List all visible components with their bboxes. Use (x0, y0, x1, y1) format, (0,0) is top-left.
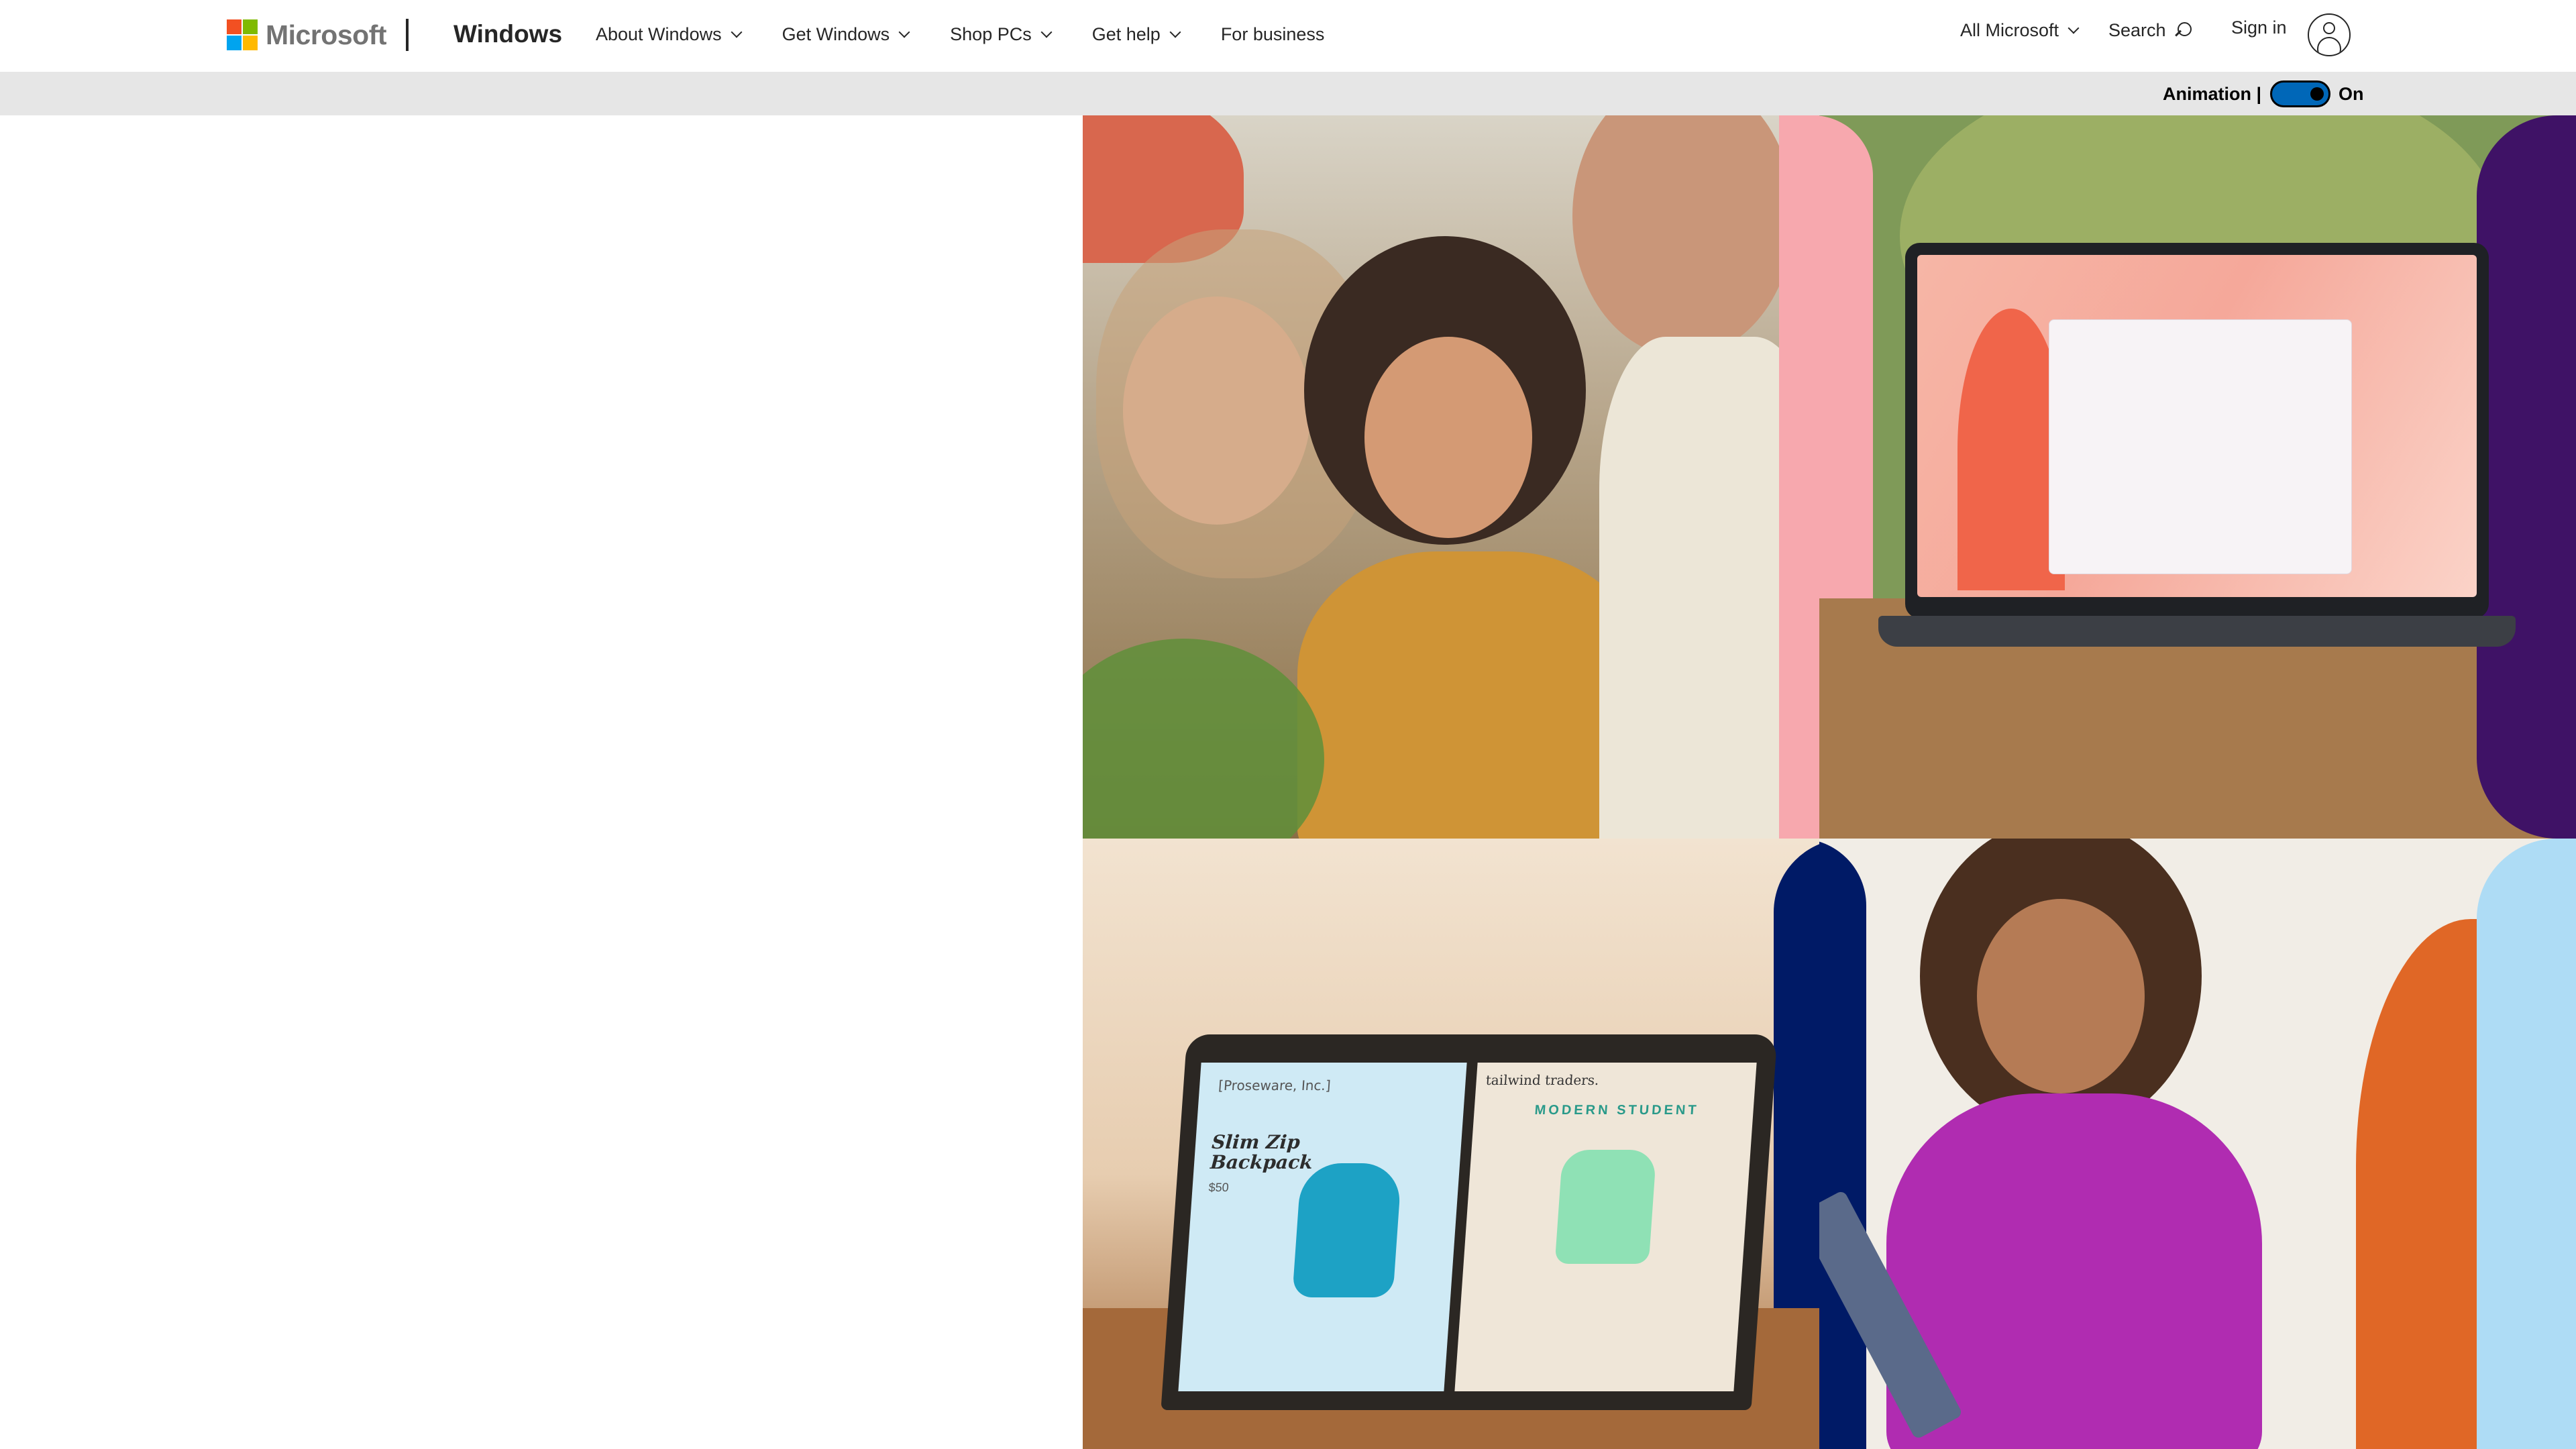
animation-bar: Animation | On (0, 72, 2576, 115)
chevron-down-icon (1040, 26, 1053, 38)
product-price: $50 (1208, 1181, 1230, 1194)
chevron-down-icon (1169, 26, 1181, 38)
animation-state: On (2339, 84, 2364, 104)
hero-image-woman-tablet (1819, 839, 2576, 1449)
chevron-down-icon (2068, 22, 2080, 34)
microsoft-logo-icon (227, 19, 258, 50)
microsoft-logo-text: Microsoft (266, 19, 387, 50)
nav-item-label: Shop PCs (950, 24, 1032, 44)
hero-collage: [Proseware, Inc.] Slim Zip Backpack $50 … (1083, 115, 2576, 1449)
search-label: Search (2108, 20, 2166, 40)
animation-toggle[interactable] (2270, 80, 2330, 107)
nav-get-help[interactable]: Get help (1091, 24, 1181, 45)
nav-for-business[interactable]: For business (1221, 24, 1325, 45)
nav-item-label: Get help (1091, 24, 1161, 44)
laptop-screen (1917, 255, 2477, 597)
sign-in-link[interactable]: Sign in (2231, 17, 2287, 38)
hero-image-friends (1083, 115, 1819, 839)
search-button[interactable]: Search (2108, 20, 2193, 41)
tent-laptop-image: [Proseware, Inc.] Slim Zip Backpack $50 … (1161, 1034, 1778, 1410)
store-name-proseware: [Proseware, Inc.] (1218, 1077, 1332, 1093)
animation-label: Animation | (2163, 84, 2262, 104)
nav-item-label: For business (1220, 24, 1325, 44)
chevron-down-icon (898, 26, 910, 38)
chevron-down-icon (731, 26, 743, 38)
all-microsoft-menu[interactable]: All Microsoft (1960, 20, 2080, 41)
promo-heading: MODERN STUDENT (1534, 1103, 1700, 1118)
backpack-image (1554, 1150, 1657, 1264)
sign-in-label: Sign in (2231, 17, 2287, 38)
laptop-base (1878, 616, 2516, 647)
laptop-right-screen: tailwind traders. MODERN STUDENT (1454, 1063, 1757, 1391)
nav-item-label: About Windows (596, 24, 722, 44)
store-name-tailwind: tailwind traders. (1485, 1072, 1600, 1088)
toggle-knob (2310, 87, 2324, 101)
backpack-image (1292, 1163, 1403, 1297)
product-name-link[interactable]: Windows (453, 20, 562, 48)
search-icon (2173, 21, 2193, 41)
product-title: Slim Zip Backpack (1210, 1131, 1313, 1173)
main-nav: About Windows Get Windows Shop PCs Get h… (596, 24, 1366, 45)
nav-shop-pcs[interactable]: Shop PCs (950, 24, 1053, 45)
laptop-left-screen: [Proseware, Inc.] Slim Zip Backpack $50 (1178, 1063, 1467, 1391)
all-microsoft-label: All Microsoft (1960, 20, 2059, 40)
microsoft-logo[interactable]: Microsoft (227, 18, 387, 52)
nav-get-windows[interactable]: Get Windows (782, 24, 910, 45)
nav-about-windows[interactable]: About Windows (596, 24, 743, 45)
laptop-app-window (2049, 319, 2352, 574)
laptop-image (1878, 243, 2516, 647)
site-header: Microsoft Windows About Windows Get Wind… (0, 0, 2576, 72)
nav-item-label: Get Windows (782, 24, 890, 44)
brand-divider (406, 19, 409, 51)
account-icon[interactable] (2308, 13, 2351, 56)
